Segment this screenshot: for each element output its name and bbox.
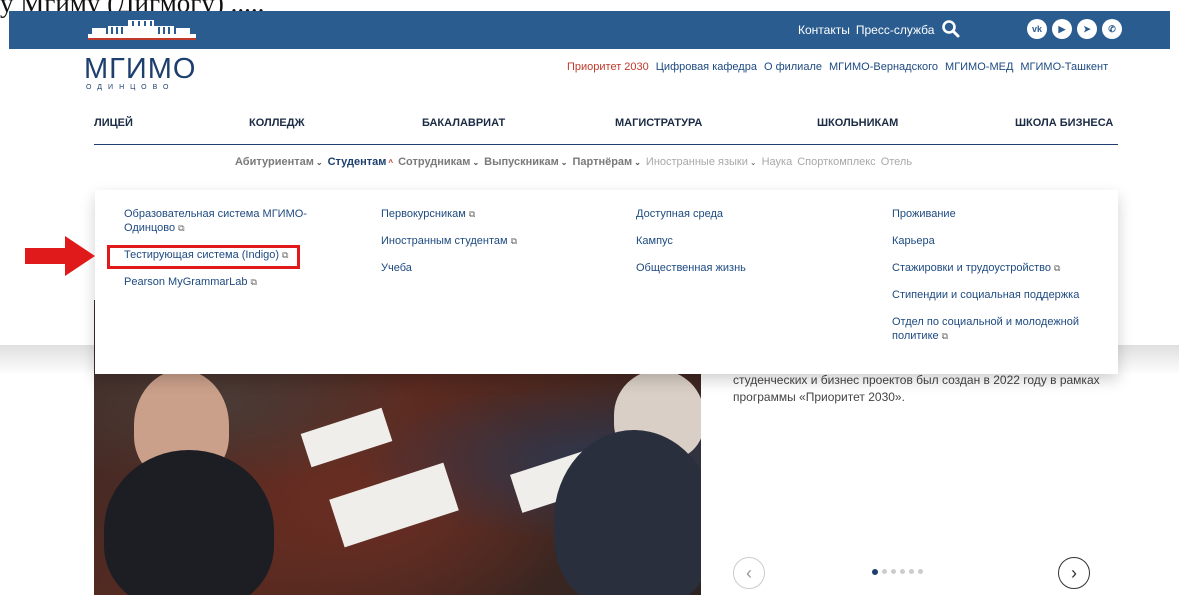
carousel-dot[interactable]: [891, 569, 896, 574]
carousel-dot[interactable]: [900, 569, 905, 574]
dropdown-column-4: Проживание Карьера Стажировки и трудоуст…: [892, 207, 1107, 356]
carousel-dots: [872, 569, 923, 575]
link-study[interactable]: Учеба: [381, 261, 591, 275]
subnav-hotel[interactable]: Отель: [881, 156, 912, 168]
nav-master[interactable]: МАГИСТРАТУРА: [615, 117, 702, 129]
hero-text: студенческих и бизнес проектов был созда…: [733, 373, 1100, 404]
vk-icon[interactable]: vk: [1027, 19, 1047, 39]
subnav-staff[interactable]: Сотрудникам ⌄: [398, 156, 479, 168]
external-link-icon: ⧉: [1054, 263, 1061, 273]
link-career[interactable]: Карьера: [892, 234, 1107, 248]
nav-bachelor[interactable]: БАКАЛАВРИАТ: [422, 117, 505, 129]
brand-name: МГИМО: [84, 53, 197, 85]
top-bar: Контакты Пресс-служба vk ▶ ➤ ✆: [9, 11, 1170, 49]
subnav-applicants[interactable]: Абитуриентам ⌄: [235, 156, 323, 168]
audience-nav: Абитуриентам ⌄ Студентам ^ Сотрудникам ⌄ Вы…: [235, 156, 912, 168]
mgimo-vernadskogo-link[interactable]: МГИМО-Вернадского: [829, 61, 938, 73]
link-youth-policy[interactable]: Отдел по социальной и молодежной политик…: [892, 315, 1107, 343]
carousel-dot[interactable]: [882, 569, 887, 574]
external-link-icon: ⧉: [250, 277, 257, 287]
nav-business-school[interactable]: ШКОЛА БИЗНЕСА: [1015, 117, 1113, 129]
subnav-alumni[interactable]: Выпускникам ⌄: [484, 156, 567, 168]
link-scholarships[interactable]: Стипендии и социальная поддержка: [892, 288, 1107, 302]
chevron-down-icon: ⌄: [315, 157, 323, 167]
youtube-icon[interactable]: ▶: [1052, 19, 1072, 39]
chevron-down-icon: ⌄: [560, 157, 568, 167]
document-shape: [300, 407, 393, 468]
main-nav: ЛИЦЕЙ КОЛЛЕДЖ БАКАЛАВРИАТ МАГИСТРАТУРА Ш…: [94, 117, 1118, 145]
contacts-link[interactable]: Контакты: [798, 23, 850, 37]
link-accommodation[interactable]: Проживание: [892, 207, 1107, 221]
brand-logo[interactable]: МГИМО ОДИНЦОВО: [84, 54, 196, 91]
whatsapp-icon[interactable]: ✆: [1102, 19, 1122, 39]
students-dropdown-menu: Образовательная система МГИМО-Одинцово ⧉ …: [95, 190, 1118, 374]
link-accessible-environment[interactable]: Доступная среда: [636, 207, 846, 221]
subnav-students[interactable]: Студентам ^: [328, 156, 394, 168]
press-service-link[interactable]: Пресс-служба: [856, 23, 935, 37]
link-foreign-students[interactable]: Иностранным студентам ⧉: [381, 234, 591, 248]
subnav-partners[interactable]: Партнёрам ⌄: [572, 156, 640, 168]
mgimo-building-logo-icon[interactable]: [88, 18, 196, 45]
subnav-science[interactable]: Наука: [762, 156, 793, 168]
priority-2030-link[interactable]: Приоритет 2030: [567, 61, 649, 73]
mgimo-med-link[interactable]: МГИМО-МЕД: [945, 61, 1013, 73]
person-shape: [104, 450, 274, 595]
subnav-foreign-languages[interactable]: Иностранные языки ⌄: [646, 156, 757, 168]
top-links: Приоритет 2030 Цифровая кафедра О филиал…: [567, 61, 1108, 73]
nav-college[interactable]: КОЛЛЕДЖ: [249, 117, 305, 129]
nav-schoolchildren[interactable]: ШКОЛЬНИКАМ: [817, 117, 898, 129]
external-link-icon: ⧉: [468, 209, 476, 219]
annotation-arrow-icon: [25, 236, 95, 281]
about-branch-link[interactable]: О филиале: [764, 61, 822, 73]
subnav-sports[interactable]: Спорткомплекс: [797, 156, 875, 168]
link-social-life[interactable]: Общественная жизнь: [636, 261, 846, 275]
carousel-dot[interactable]: [918, 569, 923, 574]
carousel-prev-button[interactable]: ‹: [733, 557, 765, 589]
annotation-highlight-box: [107, 245, 300, 269]
brand-sub: ОДИНЦОВО: [86, 84, 175, 91]
link-internships[interactable]: Стажировки и трудоустройство ⧉: [892, 261, 1107, 275]
mgimo-tashkent-link[interactable]: МГИМО-Ташкент: [1020, 61, 1108, 73]
external-link-icon: ⧉: [510, 236, 517, 246]
carousel-dot[interactable]: [909, 569, 914, 574]
link-education-system[interactable]: Образовательная система МГИМО-Одинцово ⧉: [124, 207, 324, 235]
chevron-down-icon: ⌄: [634, 157, 641, 167]
link-first-year[interactable]: Первокурсникам ⧉: [381, 207, 591, 221]
telegram-icon[interactable]: ➤: [1077, 19, 1097, 39]
dropdown-column-2: Первокурсникам ⧉ Иностранным студентам ⧉ У…: [381, 207, 591, 288]
external-link-icon: ⧉: [941, 331, 949, 341]
search-icon[interactable]: [941, 19, 961, 44]
carousel-dot[interactable]: [872, 569, 878, 575]
link-campus[interactable]: Кампус: [636, 234, 846, 248]
chevron-down-icon: ⌄: [472, 157, 480, 167]
document-shape: [329, 462, 459, 548]
digital-department-link[interactable]: Цифровая кафедра: [656, 61, 757, 73]
dropdown-column-3: Доступная среда Кампус Общественная жизн…: [636, 207, 846, 288]
chevron-down-icon: ⌄: [749, 157, 757, 167]
nav-lyceum[interactable]: ЛИЦЕЙ: [94, 117, 133, 129]
chevron-up-icon: ^: [388, 157, 394, 167]
external-link-icon: ⧉: [178, 223, 185, 233]
link-pearson-mygrammarlab[interactable]: Pearson MyGrammarLab ⧉: [124, 275, 324, 289]
carousel-next-button[interactable]: ›: [1058, 557, 1090, 589]
